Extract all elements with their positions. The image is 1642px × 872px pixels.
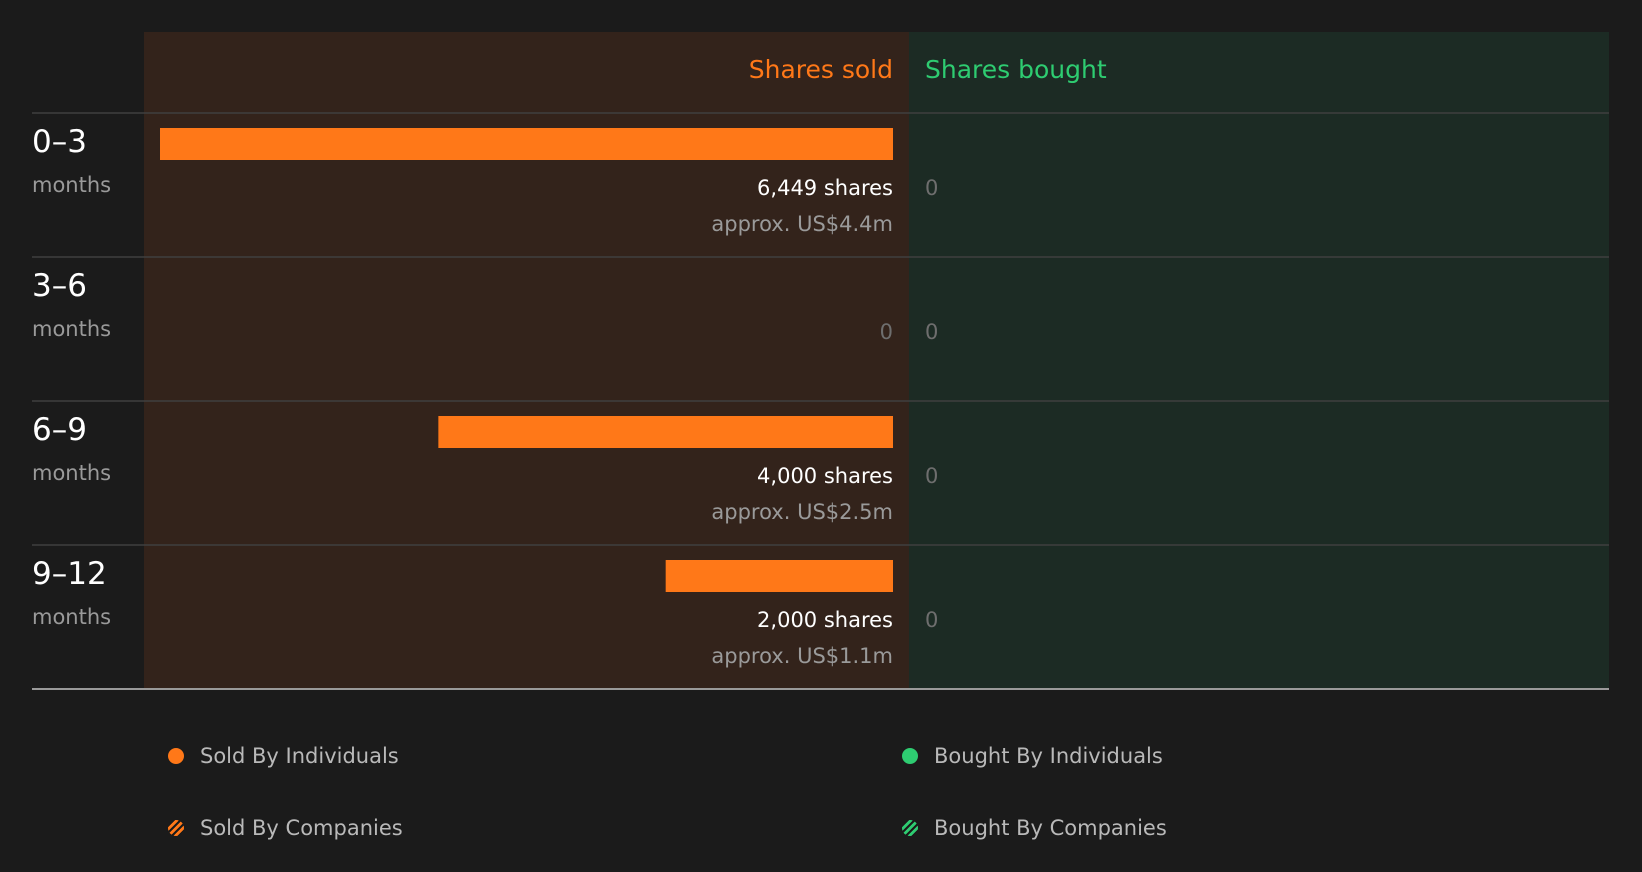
legend-label: Bought By Companies: [934, 816, 1167, 840]
period-label: 9–12: [32, 556, 107, 592]
sold-bar: [665, 560, 893, 592]
sold-value-label: approx. US$4.4m: [711, 212, 893, 236]
bought-shares-label: 0: [925, 608, 938, 632]
sold-shares-label: 4,000 shares: [757, 464, 893, 488]
bought-shares-label: 0: [925, 176, 938, 200]
bought-shares-label: 0: [925, 320, 938, 344]
sold-bar: [438, 416, 893, 448]
period-unit-label: months: [32, 605, 111, 629]
insider-trading-chart: Shares sold Shares bought 0–3 months 6,449 s…: [32, 32, 1609, 690]
period-unit-label: months: [32, 317, 111, 341]
sold-zero-label: 0: [880, 320, 893, 344]
sold-shares-label: 2,000 shares: [757, 608, 893, 632]
bought-shares-label: 0: [925, 464, 938, 488]
sold-value-label: approx. US$1.1m: [711, 644, 893, 668]
period-unit-label: months: [32, 461, 111, 485]
green-dot-icon: [902, 748, 918, 764]
green-hatched-dot-icon: [902, 820, 918, 836]
legend-label: Bought By Individuals: [934, 744, 1163, 768]
legend-label: Sold By Companies: [200, 816, 403, 840]
header-shares-sold: Shares sold: [749, 55, 893, 84]
sold-shares-label: 6,449 shares: [757, 176, 893, 200]
period-label: 6–9: [32, 412, 87, 448]
legend-item-sold-by-companies[interactable]: Sold By Companies: [168, 813, 403, 843]
period-label: 3–6: [32, 268, 87, 304]
legend-label: Sold By Individuals: [200, 744, 399, 768]
orange-dot-icon: [168, 748, 184, 764]
legend-item-bought-by-companies[interactable]: Bought By Companies: [902, 813, 1167, 843]
legend-item-bought-by-individuals[interactable]: Bought By Individuals: [902, 741, 1163, 771]
bought-panel: [909, 32, 1609, 689]
orange-hatched-dot-icon: [168, 820, 184, 836]
period-unit-label: months: [32, 173, 111, 197]
header-shares-bought: Shares bought: [925, 55, 1107, 84]
legend-item-sold-by-individuals[interactable]: Sold By Individuals: [168, 741, 399, 771]
sold-value-label: approx. US$2.5m: [711, 500, 893, 524]
period-label: 0–3: [32, 124, 87, 160]
sold-bar: [160, 128, 893, 160]
